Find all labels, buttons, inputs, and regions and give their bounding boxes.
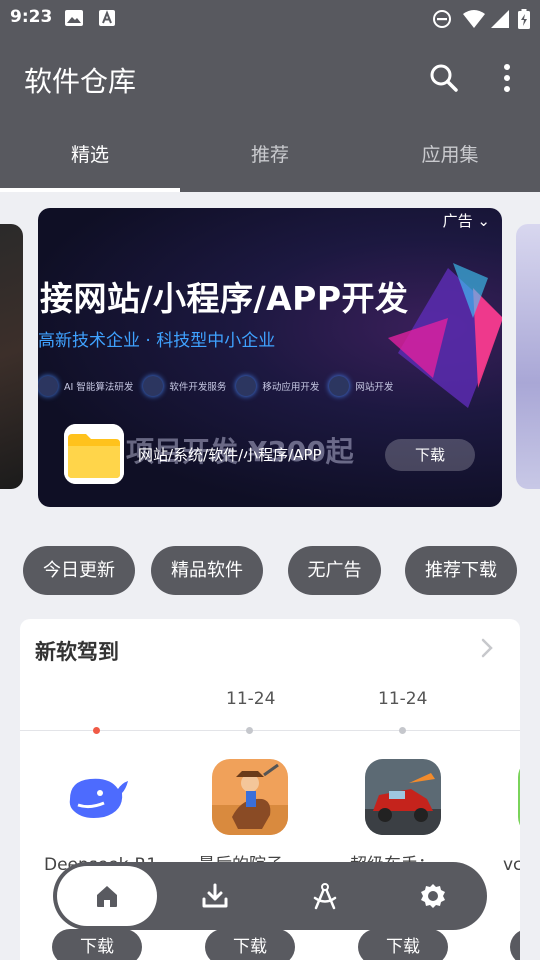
nav-settings[interactable] bbox=[383, 866, 483, 926]
tab-recommended[interactable]: 推荐 bbox=[180, 132, 360, 192]
banner-subline: 高新技术企业 · 科技型中小企业 bbox=[38, 331, 276, 351]
app-icon-partial[interactable] bbox=[518, 759, 520, 835]
nav-downloads[interactable] bbox=[165, 866, 265, 926]
wifi-icon bbox=[463, 10, 485, 28]
tab-collections[interactable]: 应用集 bbox=[360, 132, 540, 192]
banner-feature: 软件开发服务 bbox=[143, 376, 226, 396]
battery-icon bbox=[518, 9, 530, 29]
do-not-disturb-icon bbox=[433, 10, 451, 28]
banner-next-peek[interactable] bbox=[516, 224, 540, 489]
folder-icon bbox=[64, 424, 124, 484]
game-cowboy-icon[interactable] bbox=[212, 759, 288, 835]
compass-tool-icon bbox=[313, 883, 337, 910]
download-button[interactable]: 下载 bbox=[358, 929, 448, 960]
status-time: 9:23 bbox=[10, 7, 53, 27]
chevron-right-icon[interactable] bbox=[478, 637, 496, 659]
download-button[interactable]: 下载 bbox=[52, 929, 142, 960]
app-bar: 软件仓库 精选 推荐 应用集 bbox=[0, 36, 540, 192]
timeline-dot bbox=[93, 727, 100, 734]
nav-home[interactable] bbox=[57, 866, 157, 926]
feature-icon bbox=[143, 376, 164, 396]
settings-icon bbox=[421, 884, 445, 908]
card-title: 新软驾到 bbox=[35, 640, 119, 664]
banner-headline: 接网站/小程序/APP开发 bbox=[40, 279, 409, 318]
feature-label: 移动应用开发 bbox=[262, 382, 320, 393]
deepseek-whale-icon[interactable] bbox=[60, 759, 136, 835]
banner-app-name: 网站/系统/软件/小程序/APP bbox=[138, 446, 322, 464]
timeline-date: 11-24 bbox=[226, 689, 276, 709]
timeline-dot bbox=[399, 727, 406, 734]
download-button[interactable]: 下载 bbox=[205, 929, 295, 960]
feature-icon bbox=[236, 376, 257, 396]
tab-indicator bbox=[0, 188, 180, 192]
banner-feature: 移动应用开发 bbox=[236, 376, 319, 396]
tab-bar: 精选 推荐 应用集 bbox=[0, 132, 540, 192]
ad-label[interactable]: 广告 ⌄ bbox=[443, 210, 490, 231]
status-bar: 9:23 bbox=[0, 0, 540, 36]
game-racing-car-icon[interactable] bbox=[365, 759, 441, 835]
banner-download-button[interactable]: 下载 bbox=[385, 439, 475, 471]
nav-tools[interactable] bbox=[275, 866, 375, 926]
download-icon bbox=[202, 883, 228, 908]
download-button[interactable]: 下载 bbox=[510, 929, 520, 960]
chip-recommended-downloads[interactable]: 推荐下载 bbox=[405, 546, 517, 595]
banner-feature: AI 智能算法研发 bbox=[38, 376, 133, 396]
font-icon bbox=[99, 10, 115, 26]
search-icon[interactable] bbox=[428, 62, 460, 94]
chip-no-ads[interactable]: 无广告 bbox=[288, 546, 381, 595]
signal-icon bbox=[491, 10, 509, 28]
feature-icon bbox=[38, 376, 58, 396]
app-title: 软件仓库 bbox=[24, 65, 137, 98]
chip-premium-software[interactable]: 精品软件 bbox=[151, 546, 263, 595]
feature-label: AI 智能算法研发 bbox=[64, 382, 134, 393]
banner-features: AI 智能算法研发 软件开发服务 移动应用开发 网站开发 bbox=[38, 376, 393, 396]
app-name: vc 4_ bbox=[503, 855, 520, 875]
image-icon bbox=[65, 10, 83, 26]
ad-label-text: 广告 bbox=[442, 212, 473, 230]
tab-featured[interactable]: 精选 bbox=[0, 132, 180, 192]
timeline-dot bbox=[246, 727, 253, 734]
feature-label: 软件开发服务 bbox=[169, 382, 227, 393]
feature-icon bbox=[329, 376, 350, 396]
banner[interactable]: 广告 ⌄ 接网站/小程序/APP开发 高新技术企业 · 科技型中小企业 AI 智… bbox=[38, 208, 502, 507]
timeline-date: 11-24 bbox=[378, 689, 428, 709]
feature-label: 网站开发 bbox=[355, 382, 394, 393]
home-icon bbox=[97, 886, 117, 907]
more-vert-icon[interactable] bbox=[496, 62, 518, 94]
banner-prev-peek[interactable] bbox=[0, 224, 23, 489]
banner-feature: 网站开发 bbox=[329, 376, 393, 396]
bottom-nav bbox=[53, 862, 487, 930]
chip-today-updates[interactable]: 今日更新 bbox=[23, 546, 135, 595]
